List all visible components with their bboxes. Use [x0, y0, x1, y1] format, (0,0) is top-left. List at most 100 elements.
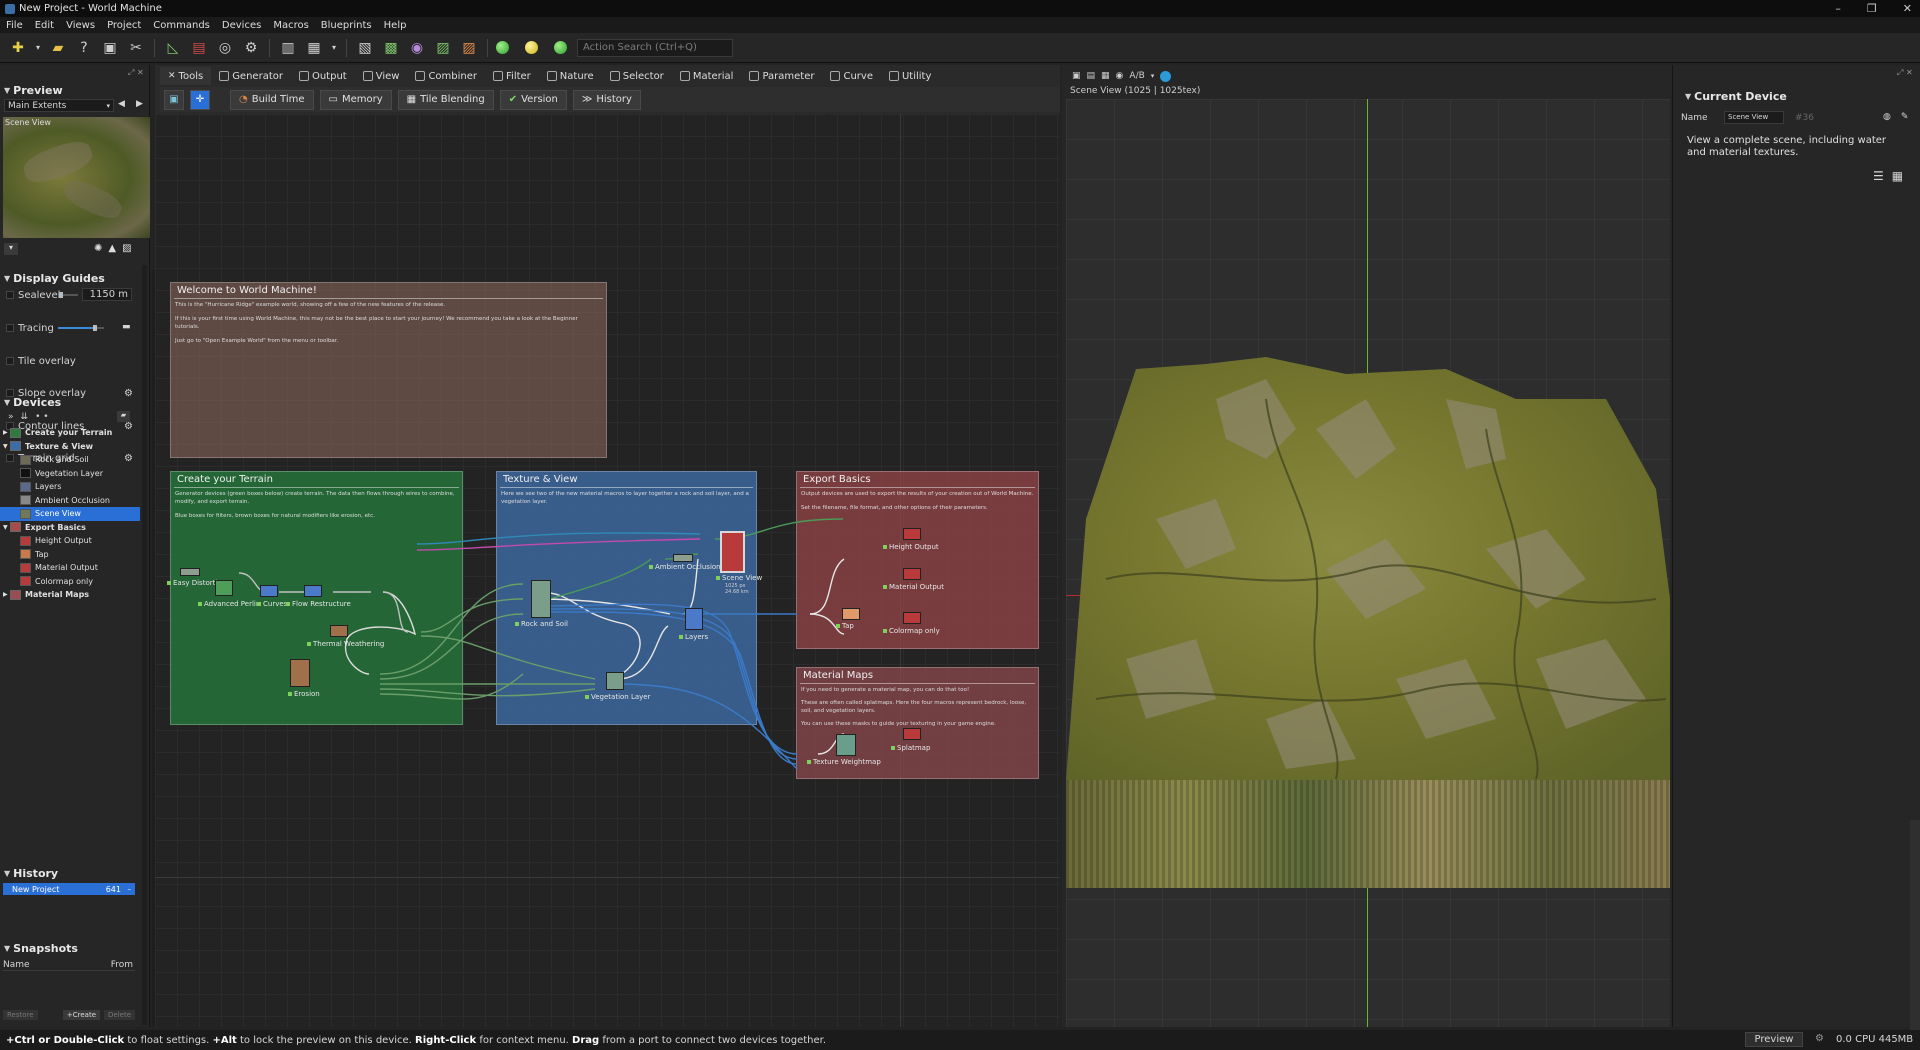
snapshots-header[interactable]: ▼ Snapshots	[0, 941, 78, 956]
preview-status-button[interactable]: Preview	[1745, 1032, 1803, 1047]
tree-group-create-terrain[interactable]: ▶ Create your Terrain	[0, 426, 140, 440]
preview-thumbnail[interactable]: Scene View	[3, 117, 150, 238]
light-icon[interactable]: ✺	[94, 243, 102, 254]
build-green-icon[interactable]	[496, 41, 509, 54]
tree-item-layers[interactable]: Layers	[0, 480, 140, 494]
menu-macros[interactable]: Macros	[273, 20, 308, 31]
close-button[interactable]: ✕	[1903, 2, 1912, 15]
splatmap-node[interactable]	[903, 728, 921, 740]
target-icon[interactable]: ◎	[215, 38, 235, 58]
tree-item-colormap-only[interactable]: Colormap only	[0, 575, 140, 589]
action-search-input[interactable]: Action Search (Ctrl+Q)	[577, 38, 733, 57]
tab-utility[interactable]: Utility	[881, 67, 939, 85]
erosion-node[interactable]	[290, 659, 310, 687]
tree-item-rock-and-soil[interactable]: Rock and Soil	[0, 453, 140, 467]
help-icon[interactable]: ?	[74, 38, 94, 58]
tools-icon[interactable]: ✂	[126, 38, 146, 58]
tracing-checkbox[interactable]	[6, 324, 14, 332]
tree-item-tap[interactable]: Tap	[0, 548, 140, 562]
build-all-icon[interactable]	[554, 41, 567, 54]
node-graph-canvas[interactable]: Welcome to World Machine! This is the "H…	[155, 114, 1060, 1027]
tree-item-height-output[interactable]: Height Output	[0, 534, 140, 548]
gear-icon[interactable]: ⚙	[1815, 1033, 1824, 1044]
terrain-icon[interactable]: ▲	[108, 243, 116, 254]
minimize-button[interactable]: –	[1835, 2, 1841, 15]
tab-curve[interactable]: Curve	[822, 67, 881, 85]
tree-item-ambient-occlusion[interactable]: Ambient Occlusion	[0, 494, 140, 508]
device-name-input[interactable]: Scene View	[1724, 111, 1784, 124]
select-tool-icon[interactable]: ▣	[164, 89, 184, 110]
menu-blueprints[interactable]: Blueprints	[321, 20, 372, 31]
sealevel-value-field[interactable]: 1150 m	[82, 288, 132, 301]
preview-mode-icon[interactable]: ▾	[4, 243, 18, 255]
build-yellow-icon[interactable]	[525, 41, 538, 54]
left-scrollbar[interactable]	[142, 265, 147, 1025]
tab-tools[interactable]: ✕ Tools	[160, 67, 212, 85]
rock-and-soil-node[interactable]	[531, 580, 551, 618]
tab-combiner[interactable]: Combiner	[407, 67, 485, 85]
menu-commands[interactable]: Commands	[153, 20, 210, 31]
gear-icon[interactable]: ⚙	[124, 388, 133, 399]
tree-group-export-basics[interactable]: ▼ Export Basics	[0, 521, 140, 535]
tree-item-scene-view[interactable]: Scene View	[0, 507, 140, 521]
create-snapshot-button[interactable]: +Create	[62, 1010, 100, 1020]
tab-material[interactable]: Material	[672, 67, 742, 85]
current-device-header[interactable]: ▼ Current Device	[1681, 89, 1787, 104]
menu-help[interactable]: Help	[384, 20, 407, 31]
advanced-perlin-node[interactable]	[215, 580, 233, 596]
paint-icon[interactable]: ▨	[459, 38, 479, 58]
tree-group-texture-view[interactable]: ▼ Texture & View	[0, 440, 140, 454]
prev-extent-icon[interactable]: ◀	[118, 99, 125, 109]
image-icon[interactable]: ▨	[433, 38, 453, 58]
version-button[interactable]: ✔ Version	[499, 89, 567, 110]
tree-group-material-maps[interactable]: ▶ Material Maps	[0, 588, 140, 602]
device-color-icon[interactable]: ◍	[1883, 112, 1891, 122]
chevron-down-icon[interactable]: ▾	[1151, 72, 1155, 80]
display-guides-header[interactable]: ▼ Display Guides	[0, 271, 105, 286]
build-icon[interactable]: ▧	[355, 38, 375, 58]
layout-grid-icon[interactable]: ▦	[304, 38, 324, 58]
next-extent-icon[interactable]: ▶	[136, 99, 143, 109]
3d-viewport[interactable]	[1066, 99, 1670, 1027]
layers-view-icon[interactable]: ▦	[1101, 71, 1110, 81]
preview-header[interactable]: ▼ Preview	[0, 83, 63, 98]
memory-button[interactable]: ▭ Memory	[319, 89, 392, 110]
tap-node[interactable]	[842, 608, 860, 620]
camera-icon[interactable]: ▣	[1072, 71, 1081, 81]
tab-parameter[interactable]: Parameter	[741, 67, 822, 85]
scene-view-node[interactable]	[720, 531, 745, 573]
extents-select[interactable]: Main Extents ▾	[4, 99, 114, 112]
tab-selector[interactable]: Selector	[602, 67, 672, 85]
panel-float-icon[interactable]: ⤢ ✕	[1897, 68, 1913, 78]
tracing-slider[interactable]	[58, 325, 104, 331]
curves-node[interactable]	[260, 585, 278, 597]
menu-project[interactable]: Project	[107, 20, 141, 31]
settings-icon[interactable]: ⚙	[241, 38, 261, 58]
vegetation-layer-node[interactable]	[606, 672, 624, 690]
texture-weightmap-node[interactable]	[836, 734, 856, 756]
history-header[interactable]: ▼ History	[0, 866, 58, 881]
panel-icon[interactable]: ▥	[278, 38, 298, 58]
tracing-options-icon[interactable]: ▬	[122, 322, 131, 332]
restore-snapshot-button[interactable]: Restore	[3, 1010, 38, 1020]
dropdown-arrow-icon[interactable]: ▾	[34, 38, 42, 58]
render-settings-icon[interactable]: ▤	[1087, 71, 1096, 81]
material-output-node[interactable]	[903, 568, 921, 580]
build-time-button[interactable]: ◔ Build Time	[230, 89, 314, 110]
eye-icon[interactable]: ◉	[1116, 71, 1124, 81]
tab-generator[interactable]: Generator	[211, 67, 291, 85]
expand-all-icon[interactable]: »	[8, 412, 14, 422]
delete-snapshot-button[interactable]: Delete	[104, 1010, 135, 1020]
tree-item-material-output[interactable]: Material Output	[0, 561, 140, 575]
dropdown-arrow-icon[interactable]: ▾	[330, 38, 338, 58]
layers-node[interactable]	[685, 608, 703, 630]
tile-build-icon[interactable]: ▩	[381, 38, 401, 58]
history-button[interactable]: ≫ History	[572, 89, 641, 110]
menu-edit[interactable]: Edit	[35, 20, 54, 31]
live-update-icon[interactable]	[1160, 70, 1172, 82]
move-tool-icon[interactable]: ✛	[190, 89, 210, 110]
sliders-icon[interactable]: ☰	[1873, 169, 1884, 183]
save-icon[interactable]: ▣	[100, 38, 120, 58]
new-project-icon[interactable]: ✚	[8, 38, 28, 58]
history-item-menu-icon[interactable]: –	[128, 885, 132, 893]
